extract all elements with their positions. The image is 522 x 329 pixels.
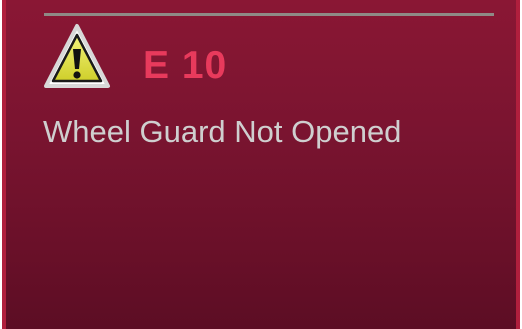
error-message: Wheel Guard Not Opened: [43, 114, 402, 149]
error-code: E 10: [143, 44, 228, 87]
error-display-screen: E 10 Wheel Guard Not Opened: [2, 0, 520, 329]
warning-triangle-icon: [43, 22, 111, 92]
header-divider: [44, 13, 494, 16]
